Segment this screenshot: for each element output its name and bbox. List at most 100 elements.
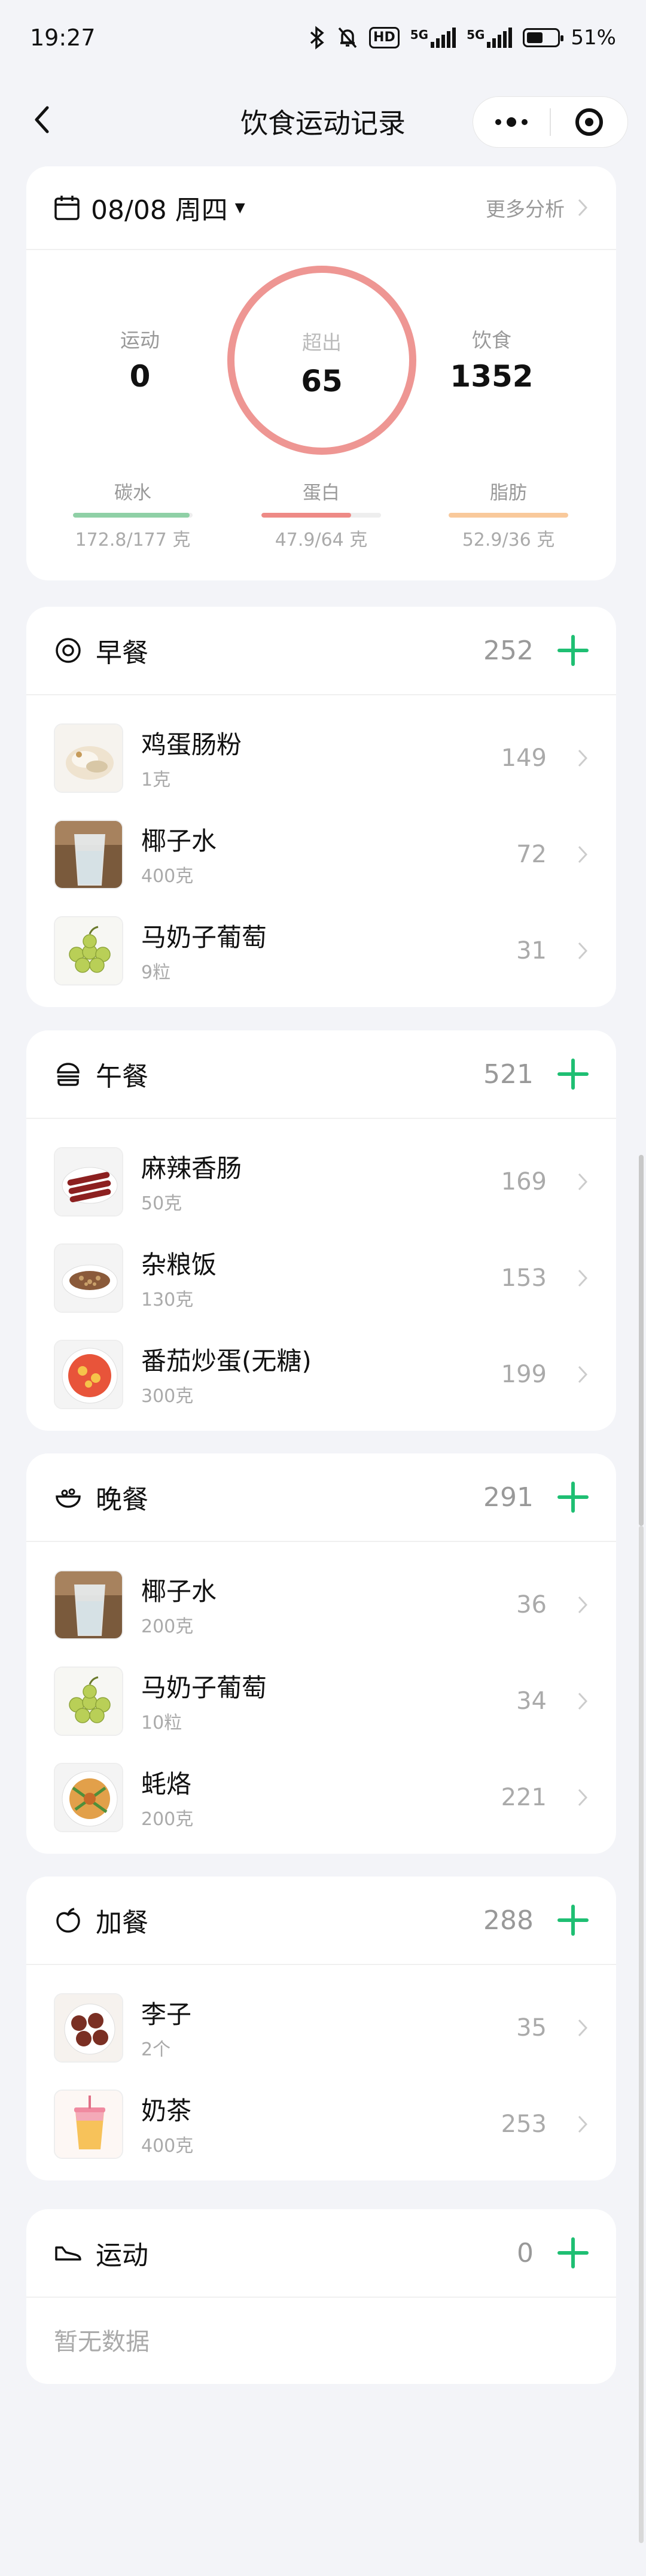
status-bar: 19:27 HD 5G 5G 51% xyxy=(0,0,646,75)
summary-stats: 运动 0 超出 65 饮食 1352 xyxy=(26,250,616,455)
add-exercise-button[interactable] xyxy=(557,2237,589,2268)
food-name: 蚝烙 xyxy=(141,1769,192,1799)
meal-header: 加餐 288 xyxy=(26,1877,616,1965)
food-item[interactable]: 鸡蛋肠粉 1克 149 xyxy=(26,710,616,806)
nav-bar: 饮食运动记录 xyxy=(0,75,646,165)
exceed-label: 超出 xyxy=(302,331,342,354)
food-thumbnail xyxy=(54,1762,123,1832)
macro-nums: 172.8/177 克 xyxy=(75,530,191,551)
signal-icon: 5G xyxy=(410,27,456,48)
caret-down-icon[interactable]: ▼ xyxy=(235,200,245,215)
close-miniprogram-button[interactable] xyxy=(551,97,627,147)
food-thumbnail xyxy=(54,1339,123,1409)
food-thumbnail xyxy=(54,723,123,793)
food-amount: 300克 xyxy=(141,1386,194,1407)
more-menu-button[interactable] xyxy=(473,97,550,147)
food-name: 麻辣香肠 xyxy=(141,1154,242,1183)
food-calories: 31 xyxy=(516,936,547,965)
net2-label: 5G xyxy=(467,27,485,42)
food-calories: 149 xyxy=(501,744,547,772)
chevron-right-icon xyxy=(578,199,588,217)
target-icon xyxy=(575,108,603,136)
food-calories: 36 xyxy=(516,1590,547,1619)
more-analysis-link[interactable]: 更多分析 xyxy=(486,193,589,222)
add-food-button[interactable] xyxy=(557,1059,589,1090)
status-time: 19:27 xyxy=(30,24,96,51)
food-thumbnail xyxy=(54,1146,123,1216)
macro-bar xyxy=(73,513,193,518)
chevron-right-icon xyxy=(578,1692,588,1710)
meal-title: 早餐 xyxy=(96,638,148,668)
food-item[interactable]: 麻辣香肠 50克 169 xyxy=(26,1133,616,1230)
food-thumbnail xyxy=(54,1993,123,2063)
food-name: 奶茶 xyxy=(141,2096,192,2125)
add-food-button[interactable] xyxy=(557,635,589,666)
chevron-right-icon xyxy=(578,1173,588,1190)
food-name: 马奶子葡萄 xyxy=(141,923,267,952)
food-item[interactable]: 椰子水 200克 36 xyxy=(26,1556,616,1653)
meal-total: 252 xyxy=(483,635,534,666)
battery-percent: 51% xyxy=(571,25,616,50)
food-calories: 34 xyxy=(516,1687,547,1715)
meal-card: 午餐 521 麻辣香肠 50克 169 杂粮饭 130克 153 番茄炒蛋(无糖) 300克 199 xyxy=(26,1030,616,1431)
food-amount: 50克 xyxy=(141,1193,182,1214)
food-calories: 153 xyxy=(501,1264,547,1292)
chevron-right-icon xyxy=(578,1596,588,1613)
chevron-right-icon xyxy=(578,749,588,767)
food-amount: 2个 xyxy=(141,2039,171,2060)
food-amount: 400克 xyxy=(141,2136,194,2157)
chevron-right-icon xyxy=(578,2019,588,2036)
meal-title: 午餐 xyxy=(96,1062,148,1092)
food-item[interactable]: 奶茶 400克 253 xyxy=(26,2076,616,2172)
diet-label: 饮食 xyxy=(472,329,511,352)
exercise-stat: 运动 0 xyxy=(74,324,206,394)
meal-header: 晚餐 291 xyxy=(26,1453,616,1542)
food-item[interactable]: 杂粮饭 130克 153 xyxy=(26,1230,616,1326)
food-item[interactable]: 椰子水 400克 72 xyxy=(26,806,616,902)
food-amount: 200克 xyxy=(141,1809,194,1830)
meal-card: 晚餐 291 椰子水 200克 36 马奶子葡萄 10粒 34 蚝烙 200克 221 xyxy=(26,1453,616,1854)
net1-label: 5G xyxy=(410,27,429,42)
food-amount: 130克 xyxy=(141,1289,194,1310)
food-name: 李子 xyxy=(141,2000,192,2029)
scrollbar[interactable] xyxy=(639,1155,644,1526)
meal-card: 加餐 288 李子 2个 35 奶茶 400克 253 xyxy=(26,1877,616,2180)
calendar-icon xyxy=(54,196,80,220)
food-amount: 10粒 xyxy=(141,1713,182,1733)
food-name: 番茄炒蛋(无糖) xyxy=(141,1346,312,1376)
hd-badge: HD xyxy=(369,26,400,48)
summary-header: 08/08 周四 ▼ 更多分析 xyxy=(26,166,616,250)
calorie-ring: 超出 65 xyxy=(227,266,416,455)
exercise-title: 运动 xyxy=(96,2240,148,2271)
food-item[interactable]: 李子 2个 35 xyxy=(26,1979,616,2076)
chevron-right-icon xyxy=(578,846,588,863)
food-item[interactable]: 蚝烙 200克 221 xyxy=(26,1749,616,1845)
food-item[interactable]: 番茄炒蛋(无糖) 300克 199 xyxy=(26,1326,616,1422)
scrollbar-track xyxy=(639,1526,644,2543)
meal-total: 288 xyxy=(483,1905,534,1936)
meal-header: 午餐 521 xyxy=(26,1030,616,1119)
food-calories: 221 xyxy=(501,1783,547,1811)
food-name: 马奶子葡萄 xyxy=(141,1673,267,1702)
macro-carbs: 碳水 172.8/177 克 xyxy=(73,478,193,551)
food-calories: 199 xyxy=(501,1360,547,1388)
diet-stat: 饮食 1352 xyxy=(426,324,557,394)
chevron-right-icon xyxy=(578,2115,588,2133)
exercise-value: 0 xyxy=(129,359,151,394)
food-thumbnail xyxy=(54,2089,123,2159)
date-selector[interactable]: 08/08 周四 xyxy=(91,188,228,227)
more-analysis-label: 更多分析 xyxy=(486,197,565,221)
exercise-card: 运动 0 暂无数据 xyxy=(26,2209,616,2384)
food-item[interactable]: 马奶子葡萄 10粒 34 xyxy=(26,1653,616,1749)
add-food-button[interactable] xyxy=(557,1905,589,1936)
burger-icon xyxy=(54,1060,83,1088)
meal-title: 晚餐 xyxy=(96,1485,148,1515)
mute-bell-icon xyxy=(337,26,358,50)
macro-fat: 脂肪 52.9/36 克 xyxy=(449,478,568,551)
food-name: 鸡蛋肠粉 xyxy=(141,730,242,759)
food-item[interactable]: 马奶子葡萄 9粒 31 xyxy=(26,902,616,999)
add-food-button[interactable] xyxy=(557,1482,589,1513)
exceed-value: 65 xyxy=(301,364,343,399)
macro-label: 蛋白 xyxy=(303,482,340,504)
diet-value: 1352 xyxy=(450,359,534,394)
